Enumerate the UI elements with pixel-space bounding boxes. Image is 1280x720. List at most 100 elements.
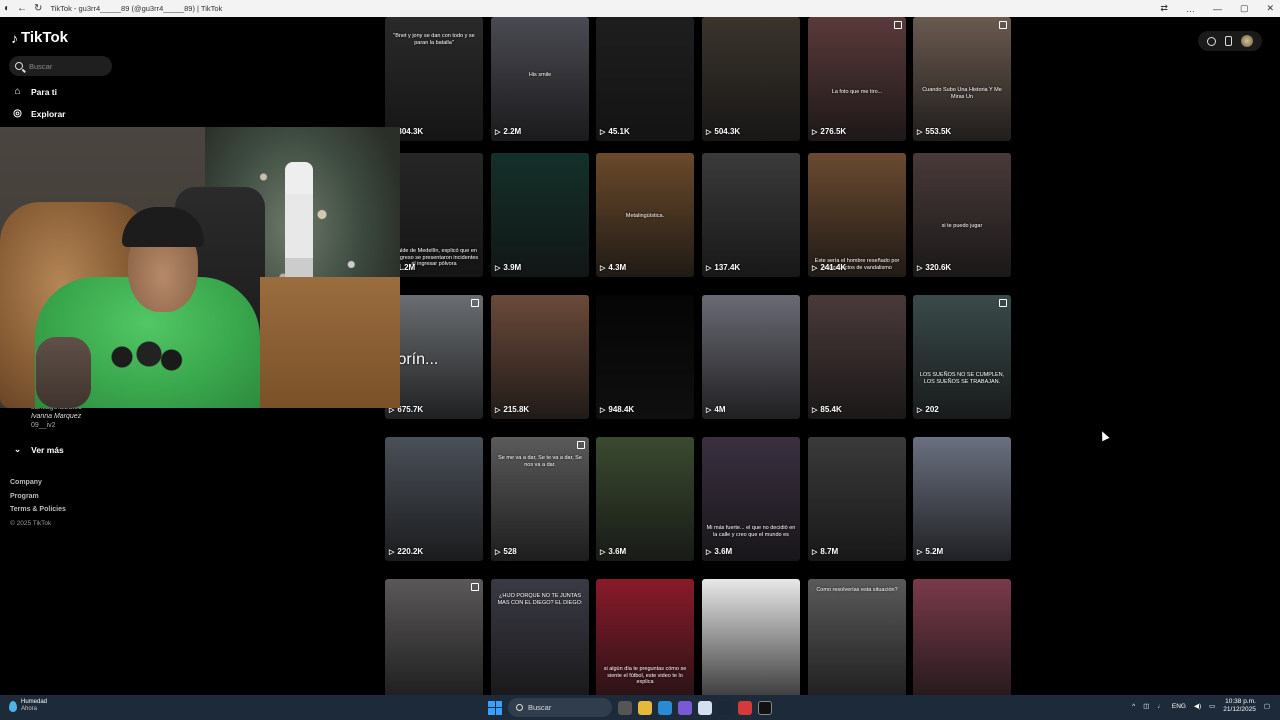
view-count-value: 8.7M	[820, 547, 839, 556]
view-count: ▷ 215.8K	[495, 405, 529, 414]
video-tile[interactable]: ▷ 45.1K	[596, 17, 694, 141]
taskbar-search[interactable]: Buscar	[508, 698, 612, 717]
video-tile[interactable]: ▷ 220.2K	[385, 437, 483, 561]
multi-image-icon	[999, 299, 1007, 307]
view-count: ▷ 276.5K	[812, 127, 846, 136]
volume-icon[interactable]: ◀)	[1194, 702, 1201, 710]
video-tile[interactable]: ▷ 137.4K	[702, 153, 800, 277]
video-tile[interactable]: ▷ 3.6M	[596, 437, 694, 561]
close-button[interactable]: ✕	[1266, 3, 1274, 14]
video-tile[interactable]: ▷ 948.4K	[596, 295, 694, 419]
video-caption: si te puedo jugar	[941, 223, 983, 229]
video-tile[interactable]: ¿HIJO PORQUE NO TE JUNTAS MAS CON EL DIE…	[491, 579, 589, 695]
video-tile[interactable]: ▷ 3.9M	[491, 153, 589, 277]
play-icon: ▷	[917, 264, 923, 272]
video-tile[interactable]: Metalingüística. ▷ 4.3M	[596, 153, 694, 277]
language-indicator[interactable]: ENG	[1172, 703, 1186, 710]
nav-label: Explorar	[31, 108, 66, 119]
video-tile[interactable]: Se me va a dar, Se te va a dar, Se nos v…	[491, 437, 589, 561]
app-red-icon[interactable]	[738, 700, 752, 715]
video-tile[interactable]: ▷ 85.4K	[808, 295, 906, 419]
video-tile[interactable]: ▷ 504.3K	[702, 17, 800, 141]
windows-start-icon[interactable]	[488, 700, 502, 715]
network-icon[interactable]: ◫	[1143, 702, 1149, 710]
video-tile[interactable]: ▷ 8.7M	[808, 437, 906, 561]
view-count: ▷ 553.5K	[917, 127, 951, 136]
weather-widget[interactable]: Humedad Ahora	[9, 699, 47, 713]
video-tile[interactable]: ▷ 215.8K	[491, 295, 589, 419]
play-icon: ▷	[917, 128, 923, 136]
notification-icon[interactable]: ▢	[1264, 702, 1270, 710]
view-count-value: 675.7K	[397, 405, 424, 414]
search-box[interactable]	[9, 56, 112, 76]
view-count: ▷ 320.6K	[917, 263, 951, 272]
mic-icon[interactable]: ♩	[1157, 703, 1164, 710]
more-icon[interactable]: …	[1186, 4, 1195, 14]
weather-sub: Ahora	[21, 706, 38, 712]
device-icon[interactable]	[1224, 36, 1232, 46]
video-tile[interactable]: Mi más fuerte... el que no decidió en la…	[702, 437, 800, 561]
video-tile[interactable]	[702, 579, 800, 695]
chevron-up-icon[interactable]: ^	[1132, 703, 1135, 710]
video-tile[interactable]: LOS SUEÑOS NO SE CUMPLEN, LOS SUEÑOS SE …	[913, 295, 1011, 419]
play-icon: ▷	[812, 548, 818, 556]
footer-link-terms[interactable]: Terms & Policies	[10, 503, 66, 517]
avatar[interactable]	[1241, 35, 1254, 47]
video-tile[interactable]: His smile ▷ 2.2M	[491, 17, 589, 141]
video-caption: La foto que me tiro...	[831, 89, 883, 95]
clock[interactable]: 10:38 p.m. 21/12/2025	[1223, 698, 1256, 714]
nav-item-para-ti[interactable]: ⌂ Para ti	[12, 86, 57, 97]
file-explorer-icon[interactable]	[638, 700, 652, 715]
task-view-icon[interactable]	[618, 700, 632, 715]
footer-link-company[interactable]: Company	[10, 476, 66, 490]
search-input[interactable]	[29, 61, 109, 71]
translate-icon[interactable]: ⇄	[1160, 3, 1168, 14]
play-icon: ▷	[812, 128, 818, 136]
minimize-button[interactable]: —	[1213, 4, 1222, 14]
video-tile[interactable]: "Bnet y jony se dan con todo y se paran …	[385, 17, 483, 141]
tiktok-taskbar-icon[interactable]	[758, 700, 772, 715]
play-icon: ▷	[600, 406, 606, 414]
video-tile[interactable]: si te puedo jugar ▷ 320.6K	[913, 153, 1011, 277]
view-count: ▷ 3.6M	[600, 547, 626, 556]
video-tile[interactable]: Como resolverías esta situación?	[808, 579, 906, 695]
view-count: ▷ 220.2K	[389, 547, 423, 556]
see-more-button[interactable]: ⌄ Ver más	[14, 444, 64, 455]
view-count-value: 215.8K	[503, 405, 530, 414]
chrome-icon[interactable]	[698, 700, 712, 715]
video-tile[interactable]: si algún día te preguntas cómo se siente…	[596, 579, 694, 695]
view-count-value: 276.5K	[820, 127, 847, 136]
steam-icon[interactable]	[718, 700, 732, 715]
video-tile[interactable]	[913, 579, 1011, 695]
video-tile[interactable]: Este sería el hombre reseñado por realiz…	[808, 153, 906, 277]
view-count: ▷ 4.3M	[600, 263, 626, 272]
view-count: ▷ 137.4K	[706, 263, 740, 272]
tattooed-arm	[36, 337, 91, 408]
view-count: ▷ 528	[495, 547, 517, 556]
nav-item-explorar[interactable]: ◎ Explorar	[12, 108, 66, 119]
window-controls: ⇄ … — ▢ ✕	[1160, 0, 1274, 17]
multi-image-icon	[999, 21, 1007, 29]
view-count-value: 3.9M	[503, 263, 522, 272]
edge-icon[interactable]	[658, 700, 672, 715]
view-count-value: 4M	[714, 405, 726, 414]
back-icon[interactable]: ←	[17, 3, 27, 14]
footer-link-program[interactable]: Program	[10, 490, 66, 504]
reload-icon[interactable]: ↻	[34, 3, 42, 14]
view-count-value: 5.2M	[925, 547, 944, 556]
tiktok-logo[interactable]: ♪ TikTok	[11, 29, 68, 46]
app-icon[interactable]	[678, 700, 692, 715]
video-tile[interactable]: La foto que me tiro... ▷ 276.5K	[808, 17, 906, 141]
taskbar-apps: Buscar	[488, 698, 772, 717]
windows-taskbar: Humedad Ahora Buscar ^ ◫ ♩ ENG ◀) ▭ 10:3…	[0, 695, 1280, 720]
battery-icon[interactable]: ▭	[1209, 702, 1215, 710]
multi-image-icon	[894, 21, 902, 29]
video-tile[interactable]: ▷ 5.2M	[913, 437, 1011, 561]
video-tile[interactable]: Cuando Subo Una Historia Y Me Miras Un ▷ 5…	[913, 17, 1011, 141]
coins-icon[interactable]	[1206, 36, 1216, 46]
view-count-value: 528	[503, 547, 517, 556]
maximize-button[interactable]: ▢	[1240, 3, 1249, 14]
video-tile[interactable]	[385, 579, 483, 695]
webcam-overlay	[0, 127, 400, 408]
video-tile[interactable]: ▷ 4M	[702, 295, 800, 419]
